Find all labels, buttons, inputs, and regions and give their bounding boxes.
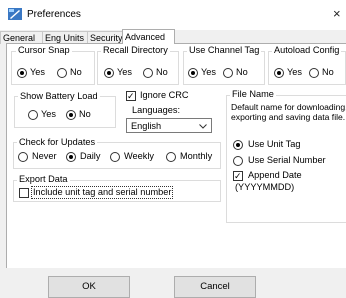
- preferences-app-icon: [8, 8, 22, 20]
- chevron-down-icon: [199, 124, 207, 129]
- show-battery-load-label: Show Battery Load: [18, 91, 100, 101]
- recall-directory-yes-label: Yes: [117, 67, 132, 77]
- autoload-config-yes-label: Yes: [287, 67, 302, 77]
- window-title: Preferences: [27, 9, 81, 20]
- recall-directory-no-radio[interactable]: [143, 68, 153, 78]
- languages-label: Languages:: [132, 105, 181, 115]
- file-name-description-line2: exporting and saving data file.: [231, 112, 346, 122]
- use-channel-tag-no-radio[interactable]: [223, 68, 233, 78]
- ignore-crc-checkbox[interactable]: [126, 90, 136, 102]
- show-battery-load-yes-label: Yes: [41, 109, 56, 119]
- tab-advanced[interactable]: Advanced: [122, 29, 175, 44]
- include-unit-tag-serial-checkbox[interactable]: [19, 188, 29, 198]
- use-channel-tag-no-label: No: [236, 67, 248, 77]
- show-battery-load-no-radio[interactable]: [66, 110, 76, 120]
- autoload-config-label: Autoload Config: [272, 45, 342, 55]
- recall-directory-yes-radio[interactable]: [104, 68, 114, 78]
- include-unit-tag-serial-label: Include unit tag and serial number: [30, 186, 174, 199]
- updates-monthly-radio[interactable]: [166, 152, 176, 162]
- cursor-snap-label: Cursor Snap: [16, 45, 72, 55]
- close-icon[interactable]: ×: [333, 6, 341, 21]
- cursor-snap-yes-label: Yes: [30, 67, 45, 77]
- export-data-label: Export Data: [17, 174, 70, 184]
- updates-never-radio[interactable]: [18, 152, 28, 162]
- languages-selected-value: English: [131, 121, 162, 131]
- check-for-updates-label: Check for Updates: [17, 137, 98, 147]
- use-channel-tag-label: Use Channel Tag: [187, 45, 262, 55]
- use-unit-tag-label: Use Unit Tag: [248, 139, 301, 149]
- ignore-crc-label: Ignore CRC: [140, 90, 189, 100]
- use-serial-number-radio[interactable]: [233, 156, 243, 166]
- use-channel-tag-yes-radio[interactable]: [188, 68, 198, 78]
- cursor-snap-no-radio[interactable]: [57, 68, 67, 78]
- date-format-label: (YYYYMMDD): [235, 182, 295, 192]
- show-battery-load-no-label: No: [79, 109, 91, 119]
- autoload-config-no-label: No: [322, 67, 334, 77]
- updates-weekly-label: Weekly: [124, 151, 154, 161]
- append-date-label: Append Date: [248, 170, 302, 180]
- use-serial-number-label: Use Serial Number: [248, 155, 326, 165]
- use-unit-tag-radio[interactable]: [233, 140, 243, 150]
- updates-weekly-radio[interactable]: [110, 152, 120, 162]
- recall-directory-label: Recall Directory: [101, 45, 170, 55]
- languages-select[interactable]: English: [126, 118, 212, 133]
- append-date-checkbox[interactable]: [233, 170, 243, 182]
- cursor-snap-yes-radio[interactable]: [17, 68, 27, 78]
- autoload-config-no-radio[interactable]: [309, 68, 319, 78]
- cursor-snap-no-label: No: [70, 67, 82, 77]
- updates-monthly-label: Monthly: [180, 151, 213, 161]
- file-name-label: File Name: [230, 89, 276, 99]
- use-channel-tag-yes-label: Yes: [201, 67, 216, 77]
- updates-never-label: Never: [32, 151, 57, 161]
- recall-directory-no-label: No: [156, 67, 168, 77]
- updates-daily-label: Daily: [80, 151, 101, 161]
- autoload-config-yes-radio[interactable]: [274, 68, 284, 78]
- show-battery-load-yes-radio[interactable]: [28, 110, 38, 120]
- updates-daily-radio[interactable]: [66, 152, 76, 162]
